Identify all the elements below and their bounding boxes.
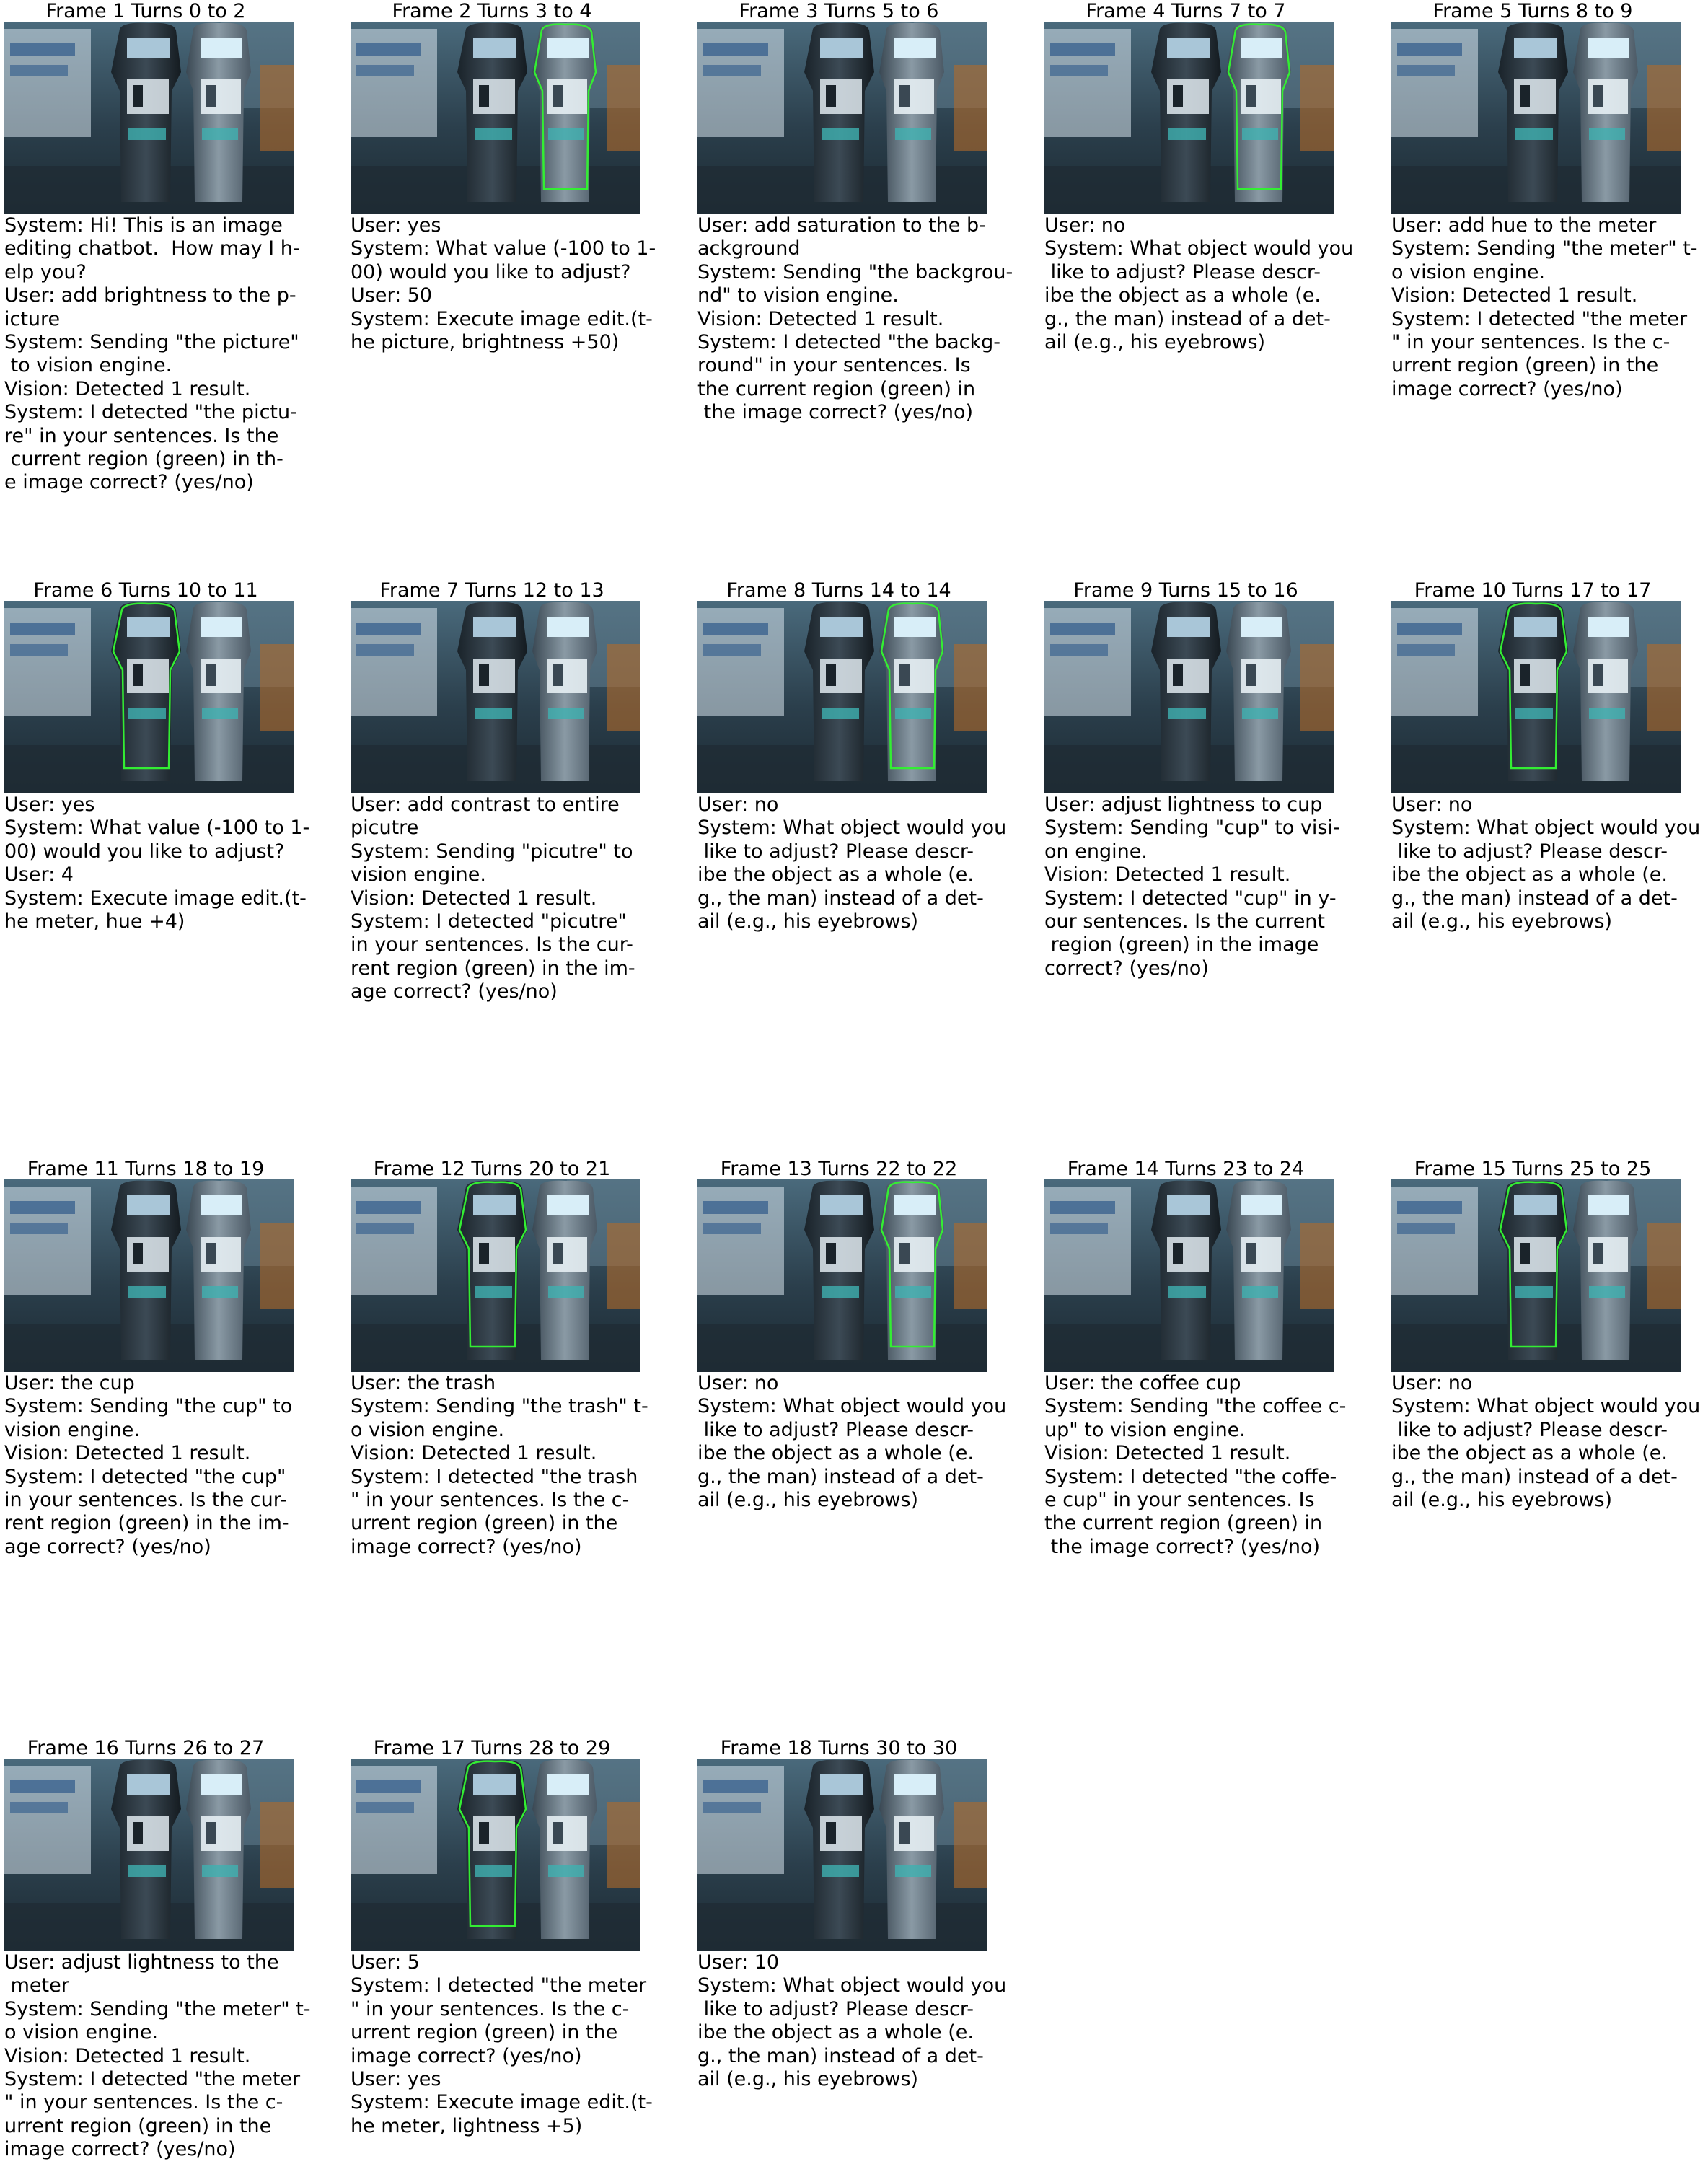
frame-dialogue: User: adjust lightness to cup System: Se…	[1044, 793, 1340, 980]
frames-grid: Frame 1 Turns 0 to 2 System: Hi! This is…	[0, 0, 1708, 2164]
frame-title: Frame 7 Turns 12 to 13	[379, 579, 604, 602]
frame-photo	[1044, 1179, 1334, 1372]
frame-title: Frame 18 Turns 30 to 30	[720, 1737, 958, 1759]
frame-dialogue: User: no System: What object would you l…	[697, 793, 1007, 933]
frame-photo	[4, 601, 294, 793]
frame-title: Frame 2 Turns 3 to 4	[392, 0, 592, 22]
frame-dialogue: System: Hi! This is an image editing cha…	[4, 214, 300, 494]
frame-dialogue: User: add contrast to entire picutre Sys…	[351, 793, 635, 1003]
frame-title: Frame 4 Turns 7 to 7	[1086, 0, 1286, 22]
frame-dialogue: User: the cup System: Sending "the cup" …	[4, 1372, 293, 1558]
frame-title: Frame 15 Turns 25 to 25	[1414, 1158, 1652, 1180]
frame-title: Frame 12 Turns 20 to 21	[373, 1158, 611, 1180]
frame-title: Frame 16 Turns 26 to 27	[27, 1737, 265, 1759]
frame-photo	[351, 1759, 640, 1951]
frame-photo	[1044, 22, 1334, 214]
frame-photo	[697, 601, 987, 793]
frame-photo	[351, 1179, 640, 1372]
frame-title: Frame 8 Turns 14 to 14	[726, 579, 951, 602]
frame-dialogue: User: add hue to the meter System: Sendi…	[1391, 214, 1698, 400]
frame-dialogue: User: no System: What object would you l…	[697, 1372, 1007, 1512]
frame-photo	[351, 601, 640, 793]
frame-photo	[697, 1179, 987, 1372]
frame-dialogue: User: the coffee cup System: Sending "th…	[1044, 1372, 1347, 1558]
frame-photo	[351, 22, 640, 214]
frame-title: Frame 10 Turns 17 to 17	[1414, 579, 1652, 602]
frame-title: Frame 14 Turns 23 to 24	[1067, 1158, 1305, 1180]
frame-photo	[1391, 22, 1681, 214]
frame-photo	[4, 1179, 294, 1372]
frame-title: Frame 3 Turns 5 to 6	[739, 0, 939, 22]
frame-dialogue: User: 5 System: I detected "the meter " …	[351, 1951, 653, 2137]
frame-dialogue: User: the trash System: Sending "the tra…	[351, 1372, 648, 1558]
frame-photo	[1391, 1179, 1681, 1372]
frame-photo	[1044, 601, 1334, 793]
frame-dialogue: User: no System: What object would you l…	[1391, 793, 1701, 933]
frame-dialogue: User: 10 System: What object would you l…	[697, 1951, 1007, 2091]
frame-photo	[4, 22, 294, 214]
frame-photo	[1391, 601, 1681, 793]
frame-title: Frame 1 Turns 0 to 2	[45, 0, 246, 22]
frame-title: Frame 6 Turns 10 to 11	[33, 579, 258, 602]
frame-dialogue: User: adjust lightness to the meter Syst…	[4, 1951, 311, 2161]
frame-title: Frame 9 Turns 15 to 16	[1073, 579, 1298, 602]
frame-dialogue: User: no System: What object would you l…	[1391, 1372, 1701, 1512]
frame-photo	[697, 22, 987, 214]
frame-dialogue: User: add saturation to the b- ackground…	[697, 214, 1013, 424]
frame-title: Frame 13 Turns 22 to 22	[720, 1158, 958, 1180]
frame-title: Frame 5 Turns 8 to 9	[1432, 0, 1633, 22]
frame-photo	[697, 1759, 987, 1951]
frame-title: Frame 17 Turns 28 to 29	[373, 1737, 611, 1759]
frame-photo	[4, 1759, 294, 1951]
frame-title: Frame 11 Turns 18 to 19	[27, 1158, 265, 1180]
frame-dialogue: User: yes System: What value (-100 to 1-…	[351, 214, 656, 354]
frame-dialogue: User: yes System: What value (-100 to 1-…	[4, 793, 310, 933]
frame-dialogue: User: no System: What object would you l…	[1044, 214, 1354, 354]
